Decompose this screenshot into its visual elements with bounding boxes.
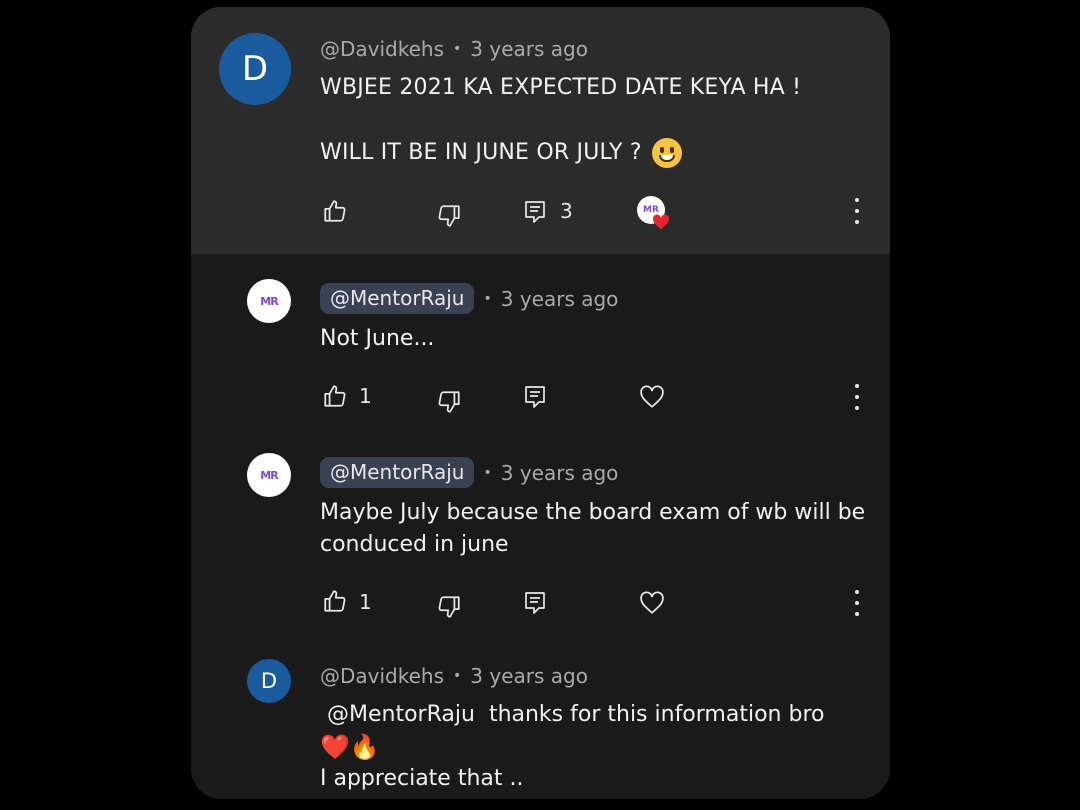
author-name[interactable]: @MentorRaju — [320, 283, 475, 314]
avatar-letter: D — [260, 669, 278, 693]
reply-icon[interactable] — [521, 383, 549, 411]
avatar[interactable]: D — [247, 659, 291, 703]
thumbs-up-icon[interactable] — [321, 382, 349, 410]
reply-count[interactable]: 3 — [560, 199, 573, 223]
highlighted-comment: D @Davidkehs • 3 years ago WBJEE 2021 KA… — [191, 7, 890, 254]
heart-icon[interactable] — [638, 383, 666, 411]
more-options-icon[interactable] — [847, 384, 867, 410]
emoji-line: ❤️🔥 — [320, 733, 380, 761]
reply-text: thanks for this information bro — [488, 702, 825, 727]
reply-text: Not June... — [320, 326, 435, 351]
thumbs-down-icon[interactable] — [435, 593, 463, 621]
timestamp[interactable]: 3 years ago — [470, 37, 588, 61]
comment-meta: @MentorRaju • 3 years ago — [320, 283, 618, 314]
grinning-emoji-icon — [651, 138, 682, 168]
avatar-letter: D — [241, 49, 269, 89]
separator-dot: • — [483, 290, 492, 307]
comment-question: WILL IT BE IN JUNE OR JULY ? — [320, 140, 642, 165]
author-name[interactable]: @Davidkehs — [320, 37, 444, 61]
heart-icon — [652, 214, 670, 230]
like-count: 1 — [359, 590, 372, 614]
like-count: 1 — [359, 384, 372, 408]
reply-icon[interactable] — [521, 198, 549, 226]
comment-meta: @Davidkehs • 3 years ago — [320, 664, 588, 688]
heart-icon[interactable] — [638, 589, 666, 617]
thumbs-up-icon[interactable] — [321, 587, 349, 615]
mention-link[interactable]: @MentorRaju — [327, 702, 475, 727]
comment-meta: @Davidkehs • 3 years ago — [320, 37, 588, 61]
thumbs-down-icon[interactable] — [435, 388, 463, 416]
more-options-icon[interactable] — [847, 590, 867, 616]
avatar[interactable]: D — [219, 33, 291, 105]
separator-dot: • — [453, 41, 462, 57]
comment-text-line-2: WILL IT BE IN JUNE OR JULY ? — [320, 137, 682, 169]
timestamp[interactable]: 3 years ago — [501, 287, 619, 311]
author-name[interactable]: @Davidkehs — [320, 664, 444, 688]
reply-icon[interactable] — [521, 589, 549, 617]
channel-logo-icon: MR — [260, 468, 278, 482]
separator-dot: • — [483, 464, 492, 481]
avatar[interactable]: MR — [247, 453, 291, 497]
avatar[interactable]: MR — [247, 279, 291, 323]
author-name[interactable]: @MentorRaju — [320, 457, 475, 488]
channel-logo-icon: MR — [260, 294, 278, 308]
reply-text-line-3: I appreciate that .. — [320, 766, 524, 791]
thumbs-down-icon[interactable] — [435, 202, 463, 230]
separator-dot: • — [453, 668, 462, 684]
reply-text: Maybe July because the board exam of wb … — [320, 500, 866, 557]
reply-text-line-1: @MentorRaju thanks for this information … — [327, 699, 824, 731]
creator-heart-badge: MR — [637, 196, 670, 230]
timestamp[interactable]: 3 years ago — [470, 664, 588, 688]
comments-card: D @Davidkehs • 3 years ago WBJEE 2021 KA… — [191, 7, 890, 799]
timestamp[interactable]: 3 years ago — [501, 461, 619, 485]
comment-text-line-1: WBJEE 2021 KA EXPECTED DATE KEYA HA ! — [320, 75, 802, 100]
comment-meta: @MentorRaju • 3 years ago — [320, 457, 618, 488]
thumbs-up-icon[interactable] — [321, 197, 349, 225]
more-options-icon[interactable] — [847, 198, 867, 224]
